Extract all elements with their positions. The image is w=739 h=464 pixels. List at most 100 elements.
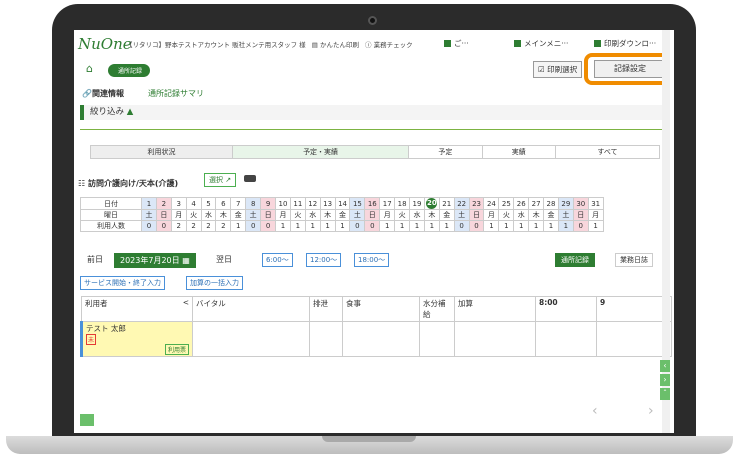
tab-record[interactable]: 通所記録 — [555, 253, 595, 267]
calendar-cell[interactable]: 5 — [200, 197, 217, 210]
select-button[interactable]: 選択 ↗ — [204, 173, 237, 187]
calendar-cell[interactable]: 28 — [543, 197, 559, 210]
calendar-cell[interactable]: 8 — [245, 197, 262, 210]
calendar-cell[interactable]: 29 — [557, 197, 574, 210]
grid-icon — [514, 40, 521, 47]
calendar-cell: 日 — [572, 209, 589, 221]
calendar-cell[interactable]: 26 — [513, 197, 530, 210]
calendar-cell[interactable]: 30 — [572, 197, 589, 210]
calendar-cell[interactable]: 9 — [260, 197, 277, 210]
calendar-cell[interactable]: 16 — [364, 197, 381, 210]
scroll-up-icon[interactable]: ˆ — [660, 388, 670, 400]
calendar-cell: 金 — [543, 209, 559, 221]
simple-print-link[interactable]: かんたん印刷 — [320, 41, 359, 49]
calendar-cell[interactable]: 10 — [275, 197, 291, 210]
tab-related-info[interactable]: 🔗関連情報 — [82, 88, 124, 99]
calendar-cell: 1 — [304, 220, 321, 232]
calendar-cell[interactable]: 15 — [349, 197, 366, 210]
bulk-start-end-button[interactable]: サービス開始・終了入力 — [80, 276, 165, 290]
tag-icon[interactable] — [244, 175, 256, 182]
expand-icon[interactable] — [80, 414, 94, 426]
calendar-cell[interactable]: 12 — [304, 197, 321, 210]
calendar-cell[interactable]: 25 — [498, 197, 515, 210]
calendar-cell: 2 — [215, 220, 232, 232]
collapse-icon[interactable]: < — [183, 298, 189, 307]
chevron-right-icon[interactable]: › — [648, 403, 654, 419]
calendar-cell: 0 — [349, 220, 366, 232]
prev-day-button[interactable]: 前日 — [80, 254, 110, 266]
header-meal: 食事 — [342, 296, 420, 322]
app-logo: NuOne — [78, 35, 132, 53]
calendar-cell[interactable]: 4 — [185, 197, 202, 210]
bulk-additions-button[interactable]: 加算の一括入力 — [186, 276, 243, 290]
calendar-cell: 2 — [170, 220, 187, 232]
calendar-cell: 月 — [379, 209, 396, 221]
filter-section-title[interactable]: 絞り込み ▲ — [80, 105, 666, 120]
calendar-cell[interactable]: 6 — [215, 197, 232, 210]
filter-divider — [80, 129, 666, 130]
print-select-button[interactable]: ☑ 印刷選択 — [533, 61, 583, 78]
time-cell-8[interactable] — [535, 321, 597, 357]
menu-main[interactable]: メインメニ··· — [514, 38, 568, 49]
calendar-cell[interactable]: 31 — [587, 197, 604, 210]
menu-print-download[interactable]: 印刷ダウンロ··· — [594, 38, 656, 49]
highlight-ring — [584, 53, 670, 85]
calendar-cell: 0 — [260, 220, 277, 232]
scroll-left-icon[interactable]: ‹ — [660, 360, 670, 372]
calendar-cell[interactable]: 1 — [141, 197, 157, 210]
calendar-cell: 1 — [587, 220, 604, 232]
calendar-cell: 2 — [200, 220, 217, 232]
current-date[interactable]: 2023年7月20日 ▦ — [114, 253, 196, 268]
account-text: 【リタリコ】野本テストアカウント 販社メンテ用スタッフ 様 — [126, 41, 306, 49]
chevron-left-icon[interactable]: ‹ — [592, 403, 598, 419]
calendar-cell[interactable]: 3 — [170, 197, 187, 210]
calendar-cell[interactable]: 19 — [409, 197, 425, 210]
service-title: ☷ 訪問介護向け/天本(介護) — [78, 179, 179, 188]
calendar-cell[interactable]: 13 — [319, 197, 336, 210]
calendar-label-count: 利用人数 — [80, 220, 142, 232]
addition-cell[interactable] — [454, 321, 536, 357]
filter-option-plan[interactable]: 予定 — [408, 145, 483, 159]
menu-more[interactable]: ご··· — [444, 38, 469, 49]
filter-option-actual[interactable]: 実績 — [481, 145, 557, 159]
hydration-cell[interactable] — [419, 321, 455, 357]
calendar-cell: 土 — [453, 209, 470, 221]
calendar-cell: 木 — [528, 209, 545, 221]
time-button-6[interactable]: 6:00〜 — [262, 253, 293, 267]
calendar-cell: 1 — [379, 220, 396, 232]
calendar-cell[interactable]: 24 — [483, 197, 500, 210]
calendar-cell[interactable]: 21 — [438, 197, 455, 210]
next-day-button[interactable]: 翌日 — [216, 254, 232, 265]
calendar-cell[interactable]: 20 — [423, 197, 440, 210]
calendar-cell[interactable]: 18 — [394, 197, 411, 210]
header-user: 利用者 < — [81, 296, 193, 322]
vital-cell[interactable] — [192, 321, 310, 357]
time-button-18[interactable]: 18:00〜 — [354, 253, 390, 267]
filter-option-all[interactable]: すべて — [555, 145, 660, 159]
calendar-cell: 1 — [409, 220, 425, 232]
user-cell[interactable]: テスト 太郎 未 利用票 — [80, 321, 193, 357]
calendar-cell[interactable]: 11 — [289, 197, 306, 210]
tab-daily-log[interactable]: 業務日誌 — [615, 253, 653, 267]
calendar-cell[interactable]: 2 — [155, 197, 172, 210]
calendar-cell[interactable]: 14 — [334, 197, 351, 210]
tab-summary[interactable]: 通所記録サマリ — [148, 88, 204, 99]
vertical-scrollbar[interactable] — [662, 30, 670, 433]
time-button-12[interactable]: 12:00〜 — [306, 253, 342, 267]
calendar-cell[interactable]: 27 — [528, 197, 545, 210]
calendar-cell: 月 — [170, 209, 187, 221]
time-cell-9[interactable] — [596, 321, 672, 357]
calendar-cell: 木 — [319, 209, 336, 221]
calendar-cell[interactable]: 23 — [468, 197, 485, 210]
breadcrumb-pill[interactable]: 通所記録 — [108, 64, 151, 77]
scroll-right-icon[interactable]: › — [660, 374, 670, 386]
calendar-cell[interactable]: 22 — [453, 197, 470, 210]
meal-cell[interactable] — [342, 321, 420, 357]
business-check-link[interactable]: 業務チェック — [374, 41, 413, 49]
filter-option-plan-actual[interactable]: 予定・実績 — [231, 145, 410, 159]
calendar-cell[interactable]: 17 — [379, 197, 396, 210]
calendar-cell[interactable]: 7 — [230, 197, 247, 210]
home-icon[interactable]: ⌂ — [86, 62, 93, 75]
excretion-cell[interactable] — [309, 321, 343, 357]
usage-slip-badge[interactable]: 利用票 — [164, 344, 189, 355]
